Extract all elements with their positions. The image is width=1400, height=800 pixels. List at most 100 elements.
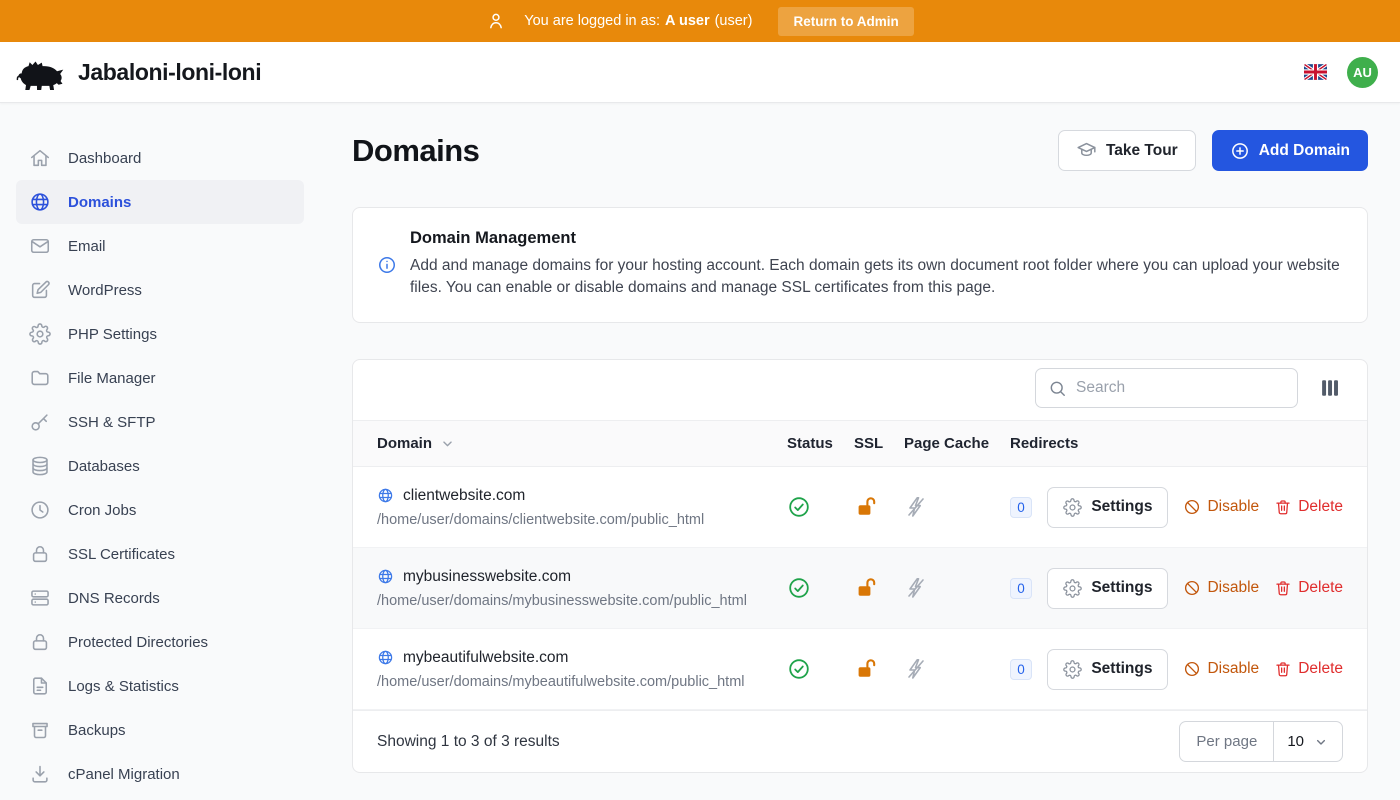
add-domain-button[interactable]: Add Domain xyxy=(1212,130,1368,171)
globe-icon xyxy=(29,191,51,213)
sidebar-item-label: Protected Directories xyxy=(68,634,208,651)
info-panel: Domain Management Add and manage domains… xyxy=(352,207,1368,323)
brand[interactable]: Jabaloni-loni-loni xyxy=(16,54,261,90)
gear-icon xyxy=(1063,498,1082,517)
ssl-unlocked-icon[interactable] xyxy=(854,576,904,600)
domains-table-panel: Domain Status SSL Page Cache Redirects xyxy=(352,359,1368,773)
disable-link[interactable]: Disable xyxy=(1183,498,1259,516)
return-to-admin-button[interactable]: Return to Admin xyxy=(778,7,913,36)
table-footer: Showing 1 to 3 of 3 results Per page 10 xyxy=(353,710,1367,772)
page-cache-disabled-icon[interactable] xyxy=(904,657,1010,681)
sidebar-item-email[interactable]: Email xyxy=(16,224,304,268)
globe-icon xyxy=(377,487,394,504)
banner-prefix: You are logged in as: xyxy=(524,13,660,29)
column-settings-button[interactable] xyxy=(1317,375,1343,401)
sidebar-item-dashboard[interactable]: Dashboard xyxy=(16,136,304,180)
column-header-page-cache: Page Cache xyxy=(904,435,1010,452)
document-icon xyxy=(29,675,51,697)
sidebar-item-label: Email xyxy=(68,238,106,255)
topbar-right: AU xyxy=(1304,57,1378,88)
domain-name[interactable]: clientwebsite.com xyxy=(403,487,525,505)
page-cache-disabled-icon[interactable] xyxy=(904,495,1010,519)
sidebar-item-dns-records[interactable]: DNS Records xyxy=(16,576,304,620)
gear-icon xyxy=(1063,660,1082,679)
status-active-icon xyxy=(787,576,854,600)
redirects-count-badge[interactable]: 0 xyxy=(1010,497,1032,518)
domain-name[interactable]: mybusinesswebsite.com xyxy=(403,568,571,586)
ssl-unlocked-icon[interactable] xyxy=(854,495,904,519)
disable-link[interactable]: Disable xyxy=(1183,579,1259,597)
impersonation-banner: You are logged in as: A user (user) Retu… xyxy=(0,0,1400,42)
sidebar-item-label: Logs & Statistics xyxy=(68,678,179,695)
uk-flag-icon[interactable] xyxy=(1304,64,1327,80)
domain-path: /home/user/domains/mybusinesswebsite.com… xyxy=(377,593,787,609)
sidebar-item-label: SSH & SFTP xyxy=(68,414,156,431)
status-active-icon xyxy=(787,657,854,681)
table-row: mybeautifulwebsite.com /home/user/domain… xyxy=(353,629,1367,710)
sidebar-item-cron-jobs[interactable]: Cron Jobs xyxy=(16,488,304,532)
gear-icon xyxy=(29,323,51,345)
sidebar-item-file-manager[interactable]: File Manager xyxy=(16,356,304,400)
delete-link[interactable]: Delete xyxy=(1274,498,1343,516)
sidebar-item-label: cPanel Migration xyxy=(68,766,180,783)
banner-text: You are logged in as: A user (user) xyxy=(524,13,752,29)
column-header-redirects: Redirects xyxy=(1010,435,1097,452)
table-header: Domain Status SSL Page Cache Redirects xyxy=(353,420,1367,467)
sidebar-item-php-settings[interactable]: PHP Settings xyxy=(16,312,304,356)
database-icon xyxy=(29,455,51,477)
info-title: Domain Management xyxy=(410,229,1343,248)
trash-icon xyxy=(1274,498,1292,516)
domain-path: /home/user/domains/mybeautifulwebsite.co… xyxy=(377,674,787,690)
gear-icon xyxy=(1063,579,1082,598)
sidebar-item-databases[interactable]: Databases xyxy=(16,444,304,488)
server-icon xyxy=(29,587,51,609)
key-icon xyxy=(29,411,51,433)
sidebar-item-protected-directories[interactable]: Protected Directories xyxy=(16,620,304,664)
ssl-unlocked-icon[interactable] xyxy=(854,657,904,681)
take-tour-button[interactable]: Take Tour xyxy=(1058,130,1196,171)
plus-circle-icon xyxy=(1230,141,1250,161)
sidebar-item-label: Backups xyxy=(68,722,126,739)
sidebar-item-logs-statistics[interactable]: Logs & Statistics xyxy=(16,664,304,708)
table-row: mybusinesswebsite.com /home/user/domains… xyxy=(353,548,1367,629)
main-content: Domains Take Tour Add Domain xyxy=(320,103,1400,800)
trash-icon xyxy=(1274,660,1292,678)
settings-button[interactable]: Settings xyxy=(1047,487,1168,528)
avatar[interactable]: AU xyxy=(1347,57,1378,88)
ban-icon xyxy=(1183,579,1201,597)
redirects-count-badge[interactable]: 0 xyxy=(1010,659,1032,680)
sidebar-item-ssl-certificates[interactable]: SSL Certificates xyxy=(16,532,304,576)
sidebar-item-ssh-sftp[interactable]: SSH & SFTP xyxy=(16,400,304,444)
column-header-domain[interactable]: Domain xyxy=(377,435,787,452)
sidebar-item-domains[interactable]: Domains xyxy=(16,180,304,224)
table-row: clientwebsite.com /home/user/domains/cli… xyxy=(353,467,1367,548)
column-header-ssl: SSL xyxy=(854,435,904,452)
settings-button[interactable]: Settings xyxy=(1047,649,1168,690)
page-cache-disabled-icon[interactable] xyxy=(904,576,1010,600)
domain-path: /home/user/domains/clientwebsite.com/pub… xyxy=(377,512,787,528)
topbar: Jabaloni-loni-loni AU xyxy=(0,42,1400,103)
sidebar-item-wordpress[interactable]: WordPress xyxy=(16,268,304,312)
lock-icon xyxy=(29,543,51,565)
column-header-status: Status xyxy=(787,435,854,452)
search-input[interactable] xyxy=(1076,379,1285,397)
delete-link[interactable]: Delete xyxy=(1274,660,1343,678)
boar-logo-icon xyxy=(16,54,66,90)
delete-link[interactable]: Delete xyxy=(1274,579,1343,597)
sidebar-item-backups[interactable]: Backups xyxy=(16,708,304,752)
lock-icon xyxy=(29,631,51,653)
sidebar-item-label: DNS Records xyxy=(68,590,160,607)
per-page-label: Per page xyxy=(1180,722,1274,761)
settings-button[interactable]: Settings xyxy=(1047,568,1168,609)
per-page-select[interactable]: 10 xyxy=(1274,722,1342,761)
search-icon xyxy=(1048,379,1067,398)
results-summary: Showing 1 to 3 of 3 results xyxy=(377,733,560,751)
sidebar-item-label: WordPress xyxy=(68,282,142,299)
disable-link[interactable]: Disable xyxy=(1183,660,1259,678)
sidebar-item-cpanel-migration[interactable]: cPanel Migration xyxy=(16,752,304,796)
ban-icon xyxy=(1183,498,1201,516)
redirects-count-badge[interactable]: 0 xyxy=(1010,578,1032,599)
domain-name[interactable]: mybeautifulwebsite.com xyxy=(403,649,568,667)
columns-icon xyxy=(1319,377,1341,399)
info-icon xyxy=(377,255,397,299)
